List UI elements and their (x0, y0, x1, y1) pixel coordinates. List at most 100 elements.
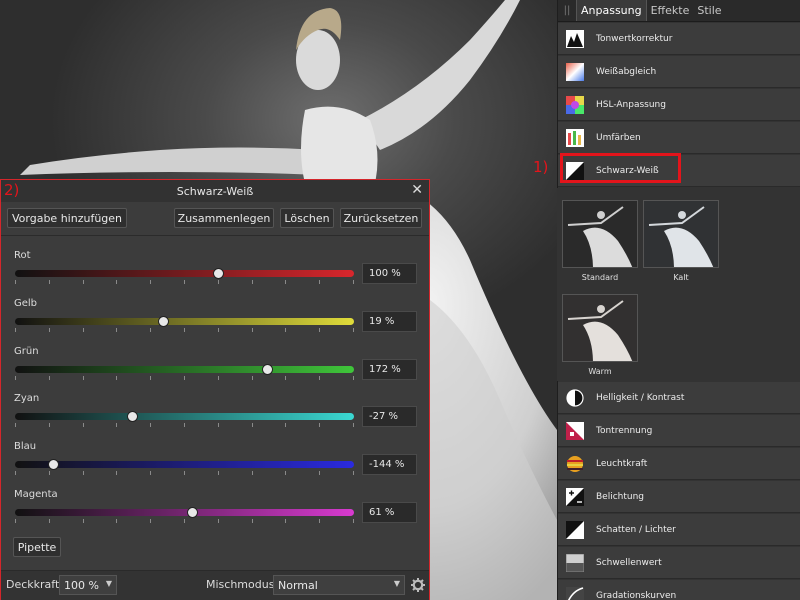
channel-slider-track[interactable] (15, 509, 354, 516)
slider-tick (15, 280, 16, 284)
channel-value-field[interactable]: 172 % (362, 359, 417, 380)
slider-tick (218, 471, 219, 475)
slider-tick (49, 376, 50, 380)
slider-thumb[interactable] (47, 459, 59, 470)
channel-value-field[interactable]: 61 % (362, 502, 417, 523)
slider-tick (218, 280, 219, 284)
merge-button[interactable]: Zusammenlegen (174, 208, 274, 228)
posterize-icon (566, 421, 584, 440)
channel-label: Gelb (14, 298, 38, 309)
add-preset-button[interactable]: Vorgabe hinzufügen (7, 208, 127, 228)
slider-tick (49, 519, 50, 523)
adjustment-hsl[interactable]: HSL-Anpassung (558, 89, 800, 121)
slider-tick (319, 328, 320, 332)
adjustment-label: Leuchtkraft (596, 458, 648, 469)
slider-tick (252, 471, 253, 475)
slider-tick (353, 471, 354, 475)
slider-tick (184, 471, 185, 475)
adjustment-label: Weißabgleich (596, 66, 657, 77)
opacity-label: Deckkraft: (6, 578, 63, 591)
adjustment-leuchtkraft[interactable]: Leuchtkraft (558, 448, 800, 480)
slider-tick (218, 328, 219, 332)
opacity-select[interactable]: 100 % ▼ (59, 575, 117, 595)
slider-tick (285, 280, 286, 284)
channel-value-field[interactable]: 100 % (362, 263, 417, 284)
preset-label: Standard (581, 273, 619, 282)
reset-button[interactable]: Zurücksetzen (340, 208, 422, 228)
channel-slider-track[interactable] (15, 413, 354, 420)
pipette-button[interactable]: Pipette (13, 537, 61, 557)
slider-tick (184, 328, 185, 332)
slider-thumb[interactable] (158, 316, 170, 327)
adjustment-label: HSL-Anpassung (596, 99, 666, 110)
slider-tick (150, 519, 151, 523)
slider-tick (150, 471, 151, 475)
adjustment-tonwertkorrektur[interactable]: Tonwertkorrektur (558, 23, 800, 55)
annotation-1: 1) (533, 158, 549, 176)
blend-mode-select[interactable]: Normal ▼ (273, 575, 405, 595)
tab-stile[interactable]: Stile (693, 0, 725, 21)
channel-value-field[interactable]: 19 % (362, 311, 417, 332)
preset-warm[interactable]: Warm (562, 294, 638, 376)
tab-anpassung[interactable]: Anpassung (576, 0, 647, 21)
adjustment-belichtung[interactable]: Belichtung (558, 481, 800, 513)
white-balance-icon (566, 62, 584, 81)
channel-slider-track[interactable] (15, 366, 354, 373)
slider-ticks (15, 471, 354, 475)
slider-tick (353, 519, 354, 523)
slider-thumb[interactable] (262, 364, 274, 375)
adjustment-weissabgleich[interactable]: Weißabgleich (558, 56, 800, 88)
channel-slider-track[interactable] (15, 461, 354, 468)
dialog-titlebar[interactable]: 2) Schwarz-Weiß ✕ (1, 180, 429, 202)
adjustment-label: Belichtung (596, 491, 645, 502)
shadows-highlights-icon (566, 520, 584, 539)
brightness-contrast-icon (566, 388, 584, 407)
slider-tick (218, 519, 219, 523)
slider-thumb[interactable] (186, 507, 198, 518)
preset-thumbnail (643, 200, 719, 268)
close-icon[interactable]: ✕ (411, 182, 423, 198)
slider-tick (252, 519, 253, 523)
slider-tick (15, 519, 16, 523)
channel-value-field[interactable]: -27 % (362, 406, 417, 427)
app-window: || Anpassung Effekte Stile Tonwertkorrek… (0, 0, 800, 600)
preset-standard[interactable]: Standard (562, 200, 638, 282)
tab-effekte[interactable]: Effekte (647, 0, 694, 21)
bw-presets: Standard Kalt Warm (557, 188, 800, 381)
recolor-icon (566, 128, 584, 147)
slider-tick (252, 376, 253, 380)
preset-kalt[interactable]: Kalt (643, 200, 719, 282)
adjustment-schwellenwert[interactable]: Schwellenwert (558, 547, 800, 579)
slider-thumb[interactable] (213, 268, 225, 279)
gear-icon[interactable] (411, 578, 425, 592)
slider-tick (285, 519, 286, 523)
channel-slider-track[interactable] (15, 318, 354, 325)
divider (1, 235, 429, 236)
panel-grip-icon[interactable]: || (558, 0, 576, 21)
adjustment-umfaerben[interactable]: Umfärben (558, 122, 800, 154)
slider-tick (252, 328, 253, 332)
delete-button[interactable]: Löschen (280, 208, 334, 228)
slider-tick (150, 376, 151, 380)
slider-tick (184, 423, 185, 427)
slider-tick (285, 328, 286, 332)
slider-ticks (15, 519, 354, 523)
panel-tabs: || Anpassung Effekte Stile (558, 0, 800, 22)
channel-label: Blau (14, 441, 37, 452)
adjustment-schatten-lichter[interactable]: Schatten / Lichter (558, 514, 800, 546)
channel-slider-track[interactable] (15, 270, 354, 277)
slider-tick (15, 376, 16, 380)
preset-label: Warm (588, 367, 612, 376)
adjustment-helligkeit-kontrast[interactable]: Helligkeit / Kontrast (558, 382, 800, 414)
adjustment-label: Tontrennung (596, 425, 653, 436)
slider-thumb[interactable] (127, 411, 139, 422)
adjustment-label: Umfärben (596, 132, 641, 143)
slider-ticks (15, 376, 354, 380)
channel-value-field[interactable]: -144 % (362, 454, 417, 475)
slider-tick (218, 423, 219, 427)
blend-mode-value: Normal (278, 578, 318, 592)
slider-tick (116, 471, 117, 475)
slider-tick (184, 280, 185, 284)
adjustment-tontrennung[interactable]: Tontrennung (558, 415, 800, 447)
adjustment-gradationskurven[interactable]: Gradationskurven (558, 580, 800, 600)
